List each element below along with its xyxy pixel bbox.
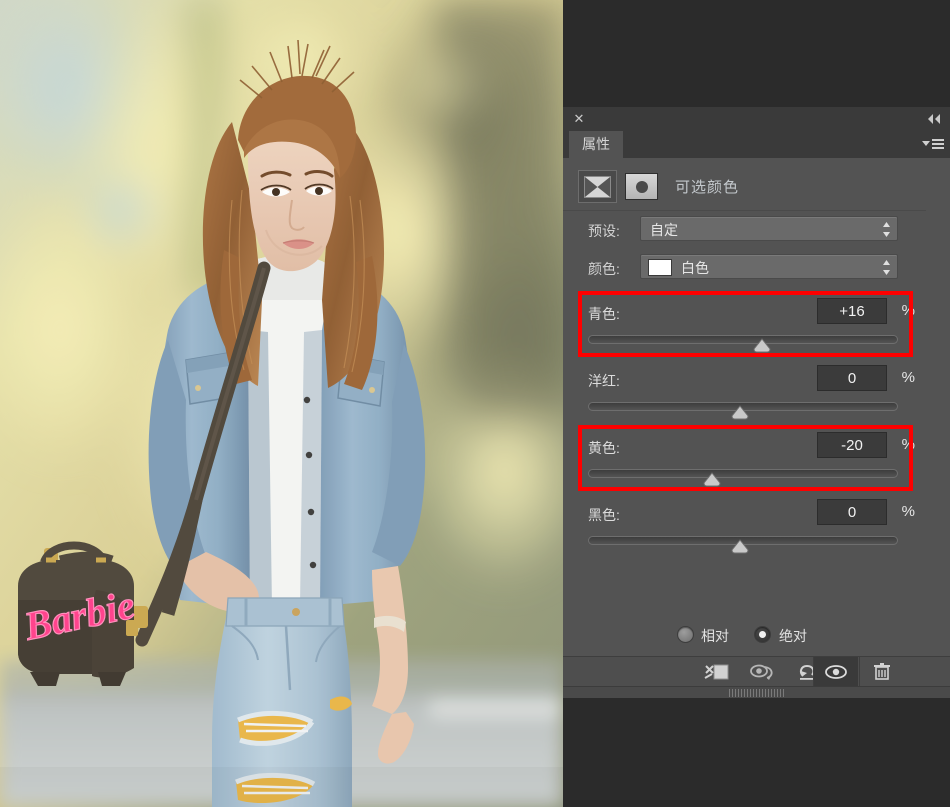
slider-unit-magenta: % <box>901 369 915 386</box>
radio-relative[interactable] <box>677 626 694 643</box>
properties-panel: ✕ 属性 可选颜色 预设: 自定 颜色: 白色 青色: +16 % 洋红: 0 … <box>563 107 950 719</box>
slider-unit-yellow: % <box>901 436 915 453</box>
slider-row-black: 黑色: 0 % <box>563 495 950 557</box>
slider-thumb-black[interactable] <box>731 539 749 554</box>
clip-to-layer-icon[interactable] <box>695 657 739 686</box>
color-dropdown[interactable]: 白色 <box>640 254 898 279</box>
panel-body: 可选颜色 预设: 自定 颜色: 白色 青色: +16 % 洋红: 0 % 黄色:… <box>563 158 950 719</box>
adjustment-header: 可选颜色 <box>563 166 950 210</box>
updown-arrows-icon <box>882 259 891 276</box>
delete-icon[interactable] <box>860 657 904 686</box>
color-swatch <box>648 259 672 276</box>
panel-menu-icon[interactable] <box>921 136 945 153</box>
slider-label-black: 黑色: <box>588 507 620 523</box>
image-canvas[interactable]: Barbie <box>0 0 563 807</box>
slider-label-magenta: 洋红: <box>588 373 620 389</box>
color-label: 颜色: <box>588 261 620 277</box>
slider-value-cyan[interactable]: +16 <box>817 298 887 324</box>
mask-dot <box>635 180 648 193</box>
panel-close-bar: ✕ <box>563 107 950 131</box>
panel-tab-row: 属性 <box>563 131 950 158</box>
preset-label: 预设: <box>588 223 620 239</box>
slider-unit-cyan: % <box>901 302 915 319</box>
slider-label-cyan: 青色: <box>588 306 620 322</box>
slider-row-yellow: 黄色: -20 % <box>563 428 950 490</box>
slider-row-magenta: 洋红: 0 % <box>563 361 950 423</box>
slider-thumb-magenta[interactable] <box>731 405 749 420</box>
panel-toolbar <box>563 656 950 686</box>
slider-thumb-yellow[interactable] <box>703 472 721 487</box>
slider-value-yellow[interactable]: -20 <box>817 432 887 458</box>
header-divider <box>563 210 926 211</box>
slider-thumb-cyan[interactable] <box>753 338 771 353</box>
radio-relative-label: 相对 <box>701 628 729 644</box>
slider-unit-black: % <box>901 503 915 520</box>
updown-arrows-icon <box>882 221 891 238</box>
slider-track-yellow[interactable] <box>588 469 898 478</box>
preset-value: 自定 <box>650 222 678 238</box>
slider-row-cyan: 青色: +16 % <box>563 294 950 356</box>
layer-mask-thumbnail-icon[interactable] <box>625 173 658 200</box>
tab-properties[interactable]: 属性 <box>569 131 623 158</box>
toggle-visibility-icon[interactable] <box>814 657 858 686</box>
preset-dropdown[interactable]: 自定 <box>640 216 898 241</box>
slider-track-cyan[interactable] <box>588 335 898 344</box>
panel-drag-handle[interactable] <box>563 686 950 698</box>
view-previous-state-icon[interactable] <box>741 657 785 686</box>
panel-bottom-fill <box>563 698 950 719</box>
photoshop-window: Barbie ✕ 属性 可选颜色 预设: 自定 颜色: 白色 青色: +16 %… <box>0 0 950 807</box>
photo-illustration: Barbie <box>0 0 563 807</box>
radio-absolute[interactable] <box>754 626 771 643</box>
close-icon[interactable]: ✕ <box>572 112 586 126</box>
method-radio-group: 相对 绝对 <box>563 618 950 652</box>
selective-color-adjustment-icon[interactable] <box>578 170 617 203</box>
slider-label-yellow: 黄色: <box>588 440 620 456</box>
grip-dots-icon <box>728 689 785 697</box>
double-chevron-left-icon[interactable] <box>924 111 944 127</box>
color-value: 白色 <box>681 260 709 276</box>
slider-value-magenta[interactable]: 0 <box>817 365 887 391</box>
slider-value-black[interactable]: 0 <box>817 499 887 525</box>
page-title: 可选颜色 <box>675 179 740 196</box>
radio-absolute-label: 绝对 <box>779 628 807 644</box>
